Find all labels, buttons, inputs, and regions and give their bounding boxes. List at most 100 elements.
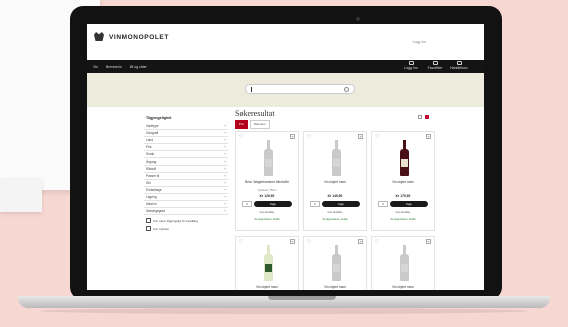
compare-add-icon[interactable]: + (358, 134, 363, 139)
laptop-notch (268, 296, 336, 300)
store-stock-link[interactable]: Se lagerstatus i butikk (240, 218, 294, 221)
store-stock-link[interactable]: Se lagerstatus i butikk (308, 218, 362, 221)
filter-heading: Tilgjengelighet (146, 116, 172, 120)
product-name[interactable]: Vin ukjent navn (307, 285, 363, 289)
add-to-cart-row: 1 Kjøp (242, 201, 292, 207)
filter-row[interactable]: Pris + (144, 144, 228, 152)
orderable-checkbox[interactable]: Kun varer tilgjengelig for bestilling (144, 215, 228, 224)
menu-item-spirits[interactable]: Brennevin (106, 65, 122, 69)
bottle-image (400, 140, 409, 176)
filter-panel: Tilgjengelighet Varetype + Geografi + Land… (144, 114, 228, 232)
product-name[interactable]: Best. Wagenhammer Alkoholfri (239, 180, 295, 184)
heart-icon[interactable]: ♡ (307, 239, 311, 245)
product-card[interactable]: ♡ + Vin ukjent navn Kr 149,90 1 Kjøp Kan… (303, 131, 367, 231)
product-name[interactable]: Vin ukjent navn (375, 180, 431, 184)
compare-add-icon[interactable]: + (426, 239, 431, 244)
sort-price-button[interactable]: Pris (235, 120, 248, 129)
product-price: Kr 179,90 (395, 194, 411, 198)
cart-label: Handlekurv (450, 66, 468, 70)
filter-row[interactable]: Land + (144, 137, 228, 145)
menu-item-wine[interactable]: Vin (93, 65, 98, 69)
add-to-cart-row: 1 Kjøp (310, 201, 360, 207)
product-card[interactable]: ♡ + Vin ukjent navn (303, 236, 367, 290)
buy-button[interactable]: Kjøp (390, 201, 428, 207)
bottle-image (332, 140, 341, 176)
bottle-image (264, 140, 273, 176)
sort-options: Pris Relevans (235, 120, 435, 129)
product-card[interactable]: ♡ + Vin ukjent navn Kr 179,90 1 Kjøp Kan… (371, 131, 435, 231)
availability-text: Kan bestilles (327, 211, 343, 214)
filter-row[interactable]: Varetype + (144, 123, 228, 131)
background-paper-small (0, 178, 42, 212)
product-price: Kr 149,90 (327, 194, 343, 198)
list-view-icon[interactable] (418, 115, 422, 119)
logo-text: VINMONOPOLET (109, 33, 169, 41)
filter-row[interactable]: Råstoff + (144, 166, 228, 173)
store-stock-link[interactable]: Se lagerstatus i butikk (376, 218, 430, 221)
heart-icon[interactable]: ♡ (375, 239, 379, 245)
search-band (87, 73, 484, 107)
crest-icon (93, 32, 105, 42)
bottle-image (332, 245, 341, 281)
filter-row[interactable]: Geografi + (144, 130, 228, 138)
product-card[interactable]: ♡ + Best. Wagenhammer Alkoholfri Tysklan… (235, 131, 299, 231)
cart-button[interactable]: Handlekurv (450, 60, 468, 70)
product-name[interactable]: Vin ukjent navn (239, 285, 295, 289)
add-to-cart-row: 1 Kjøp (378, 201, 428, 207)
compare-add-icon[interactable]: + (426, 134, 431, 139)
product-info: Tyskland, 750ml (257, 189, 277, 192)
login-link[interactable]: Logg inn (413, 40, 426, 44)
buy-button[interactable]: Kjøp (254, 201, 292, 207)
heart-icon[interactable]: ♡ (375, 134, 379, 140)
filter-row[interactable]: Årgang + (144, 158, 228, 166)
filter-row[interactable]: Smak + (144, 151, 228, 159)
main-content: Tilgjengelighet Varetype + Geografi + Land… (87, 107, 484, 290)
webcam (356, 17, 360, 21)
favorites-label: Favoritter (427, 66, 443, 70)
product-grid: ♡ + Best. Wagenhammer Alkoholfri Tysklan… (235, 131, 435, 290)
filter-row[interactable]: Alkohol + (144, 201, 228, 209)
filter-row[interactable]: Søtningsgrad + (144, 208, 228, 216)
compare-add-icon[interactable]: + (290, 239, 295, 244)
news-checkbox[interactable]: Kun nyheter (144, 223, 228, 232)
sort-relevance-button[interactable]: Relevans (249, 120, 270, 129)
product-name[interactable]: Vin ukjent navn (307, 180, 363, 184)
account-button[interactable]: Logg inn (404, 60, 418, 70)
bottle-image (264, 245, 273, 281)
filter-row[interactable]: Lagring + (144, 194, 228, 202)
text-cursor (251, 87, 252, 92)
site-header: VINMONOPOLET Logg inn (87, 24, 484, 60)
checkbox-box[interactable] (146, 218, 151, 224)
availability-text: Kan bestilles (259, 211, 275, 214)
site-logo[interactable]: VINMONOPOLET (93, 32, 169, 42)
product-card[interactable]: ♡ + Vin ukjent navn (371, 236, 435, 290)
favorites-button[interactable]: Favoritter (428, 60, 442, 70)
user-icon (408, 61, 414, 65)
cart-icon (456, 61, 462, 65)
bottle-image (400, 245, 409, 281)
quantity-field[interactable]: 1 (378, 201, 388, 207)
search-input[interactable] (245, 84, 355, 94)
main-menu: Vin Brennevin Øl og cider Logg inn Favor… (87, 60, 484, 73)
results-title: Søkeresultat (235, 109, 275, 118)
grid-view-icon[interactable] (425, 115, 429, 119)
results-panel: Søkeresultat Pris Relevans ♡ + Best. Wag… (235, 109, 435, 290)
menu-item-beer[interactable]: Øl og cider (130, 65, 147, 69)
filter-row[interactable]: Emballasje + (144, 187, 228, 194)
quantity-field[interactable]: 1 (310, 201, 320, 207)
product-name[interactable]: Vin ukjent navn (375, 285, 431, 289)
compare-add-icon[interactable]: + (358, 239, 363, 244)
heart-icon[interactable]: ♡ (239, 239, 243, 245)
compare-add-icon[interactable]: + (290, 134, 295, 139)
filter-row[interactable]: Passer til + (144, 173, 228, 180)
buy-button[interactable]: Kjøp (322, 201, 360, 207)
product-card[interactable]: ♡ + Vin ukjent navn (235, 236, 299, 290)
browser-screen: VINMONOPOLET Logg inn Vin Brennevin Øl o… (87, 24, 484, 290)
heart-icon[interactable]: ♡ (239, 134, 243, 140)
filter-row[interactable]: Stil + (144, 180, 228, 187)
checkbox-box[interactable] (146, 226, 151, 232)
availability-text: Kan bestilles (395, 211, 411, 214)
quantity-field[interactable]: 1 (242, 201, 252, 207)
heart-icon[interactable]: ♡ (307, 134, 311, 140)
search-icon[interactable] (344, 87, 349, 92)
